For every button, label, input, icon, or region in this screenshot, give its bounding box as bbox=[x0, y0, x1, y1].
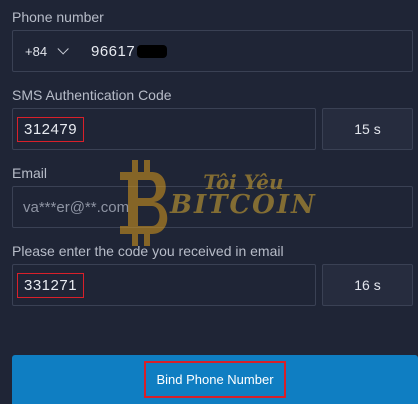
bind-phone-number-label: Bind Phone Number bbox=[144, 361, 286, 398]
phone-number-input[interactable]: 96617 bbox=[91, 42, 168, 60]
email-label: Email bbox=[12, 165, 48, 181]
sms-countdown-button[interactable]: 15 s bbox=[322, 108, 413, 150]
bitcoin-watermark-icon bbox=[120, 160, 168, 246]
country-code-value: +84 bbox=[25, 43, 48, 59]
sms-code-value: 312479 bbox=[17, 116, 85, 142]
email-code-input[interactable]: 331271 bbox=[12, 264, 316, 306]
bind-phone-number-button[interactable]: Bind Phone Number bbox=[12, 355, 418, 404]
watermark-line1: Tôi Yêu bbox=[203, 170, 284, 194]
watermark-text: Tôi Yêu BITCOIN bbox=[170, 172, 317, 218]
sms-countdown-text: 15 s bbox=[354, 121, 381, 137]
sms-code-label: SMS Authentication Code bbox=[12, 87, 172, 103]
phone-number-field[interactable]: +84 96617 bbox=[12, 30, 413, 72]
email-countdown-button[interactable]: 16 s bbox=[322, 264, 413, 306]
phone-number-value: 96617 bbox=[91, 42, 136, 60]
watermark-line2: BITCOIN bbox=[170, 190, 317, 220]
email-code-value: 331271 bbox=[17, 272, 85, 298]
sms-code-input[interactable]: 312479 bbox=[12, 108, 316, 150]
email-countdown-text: 16 s bbox=[354, 277, 381, 293]
country-code-select[interactable]: +84 bbox=[13, 43, 91, 59]
chevron-down-icon bbox=[57, 43, 69, 55]
redaction-mark bbox=[137, 45, 168, 59]
phone-number-label: Phone number bbox=[12, 9, 104, 25]
